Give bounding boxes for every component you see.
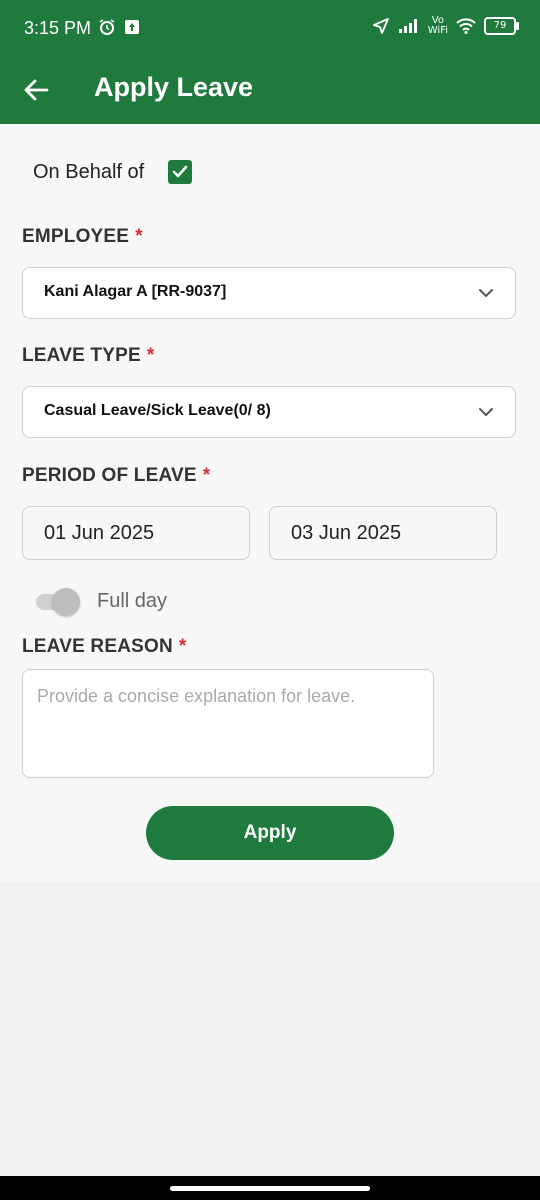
leave-type-label: LEAVE TYPE * bbox=[22, 345, 155, 366]
full-day-label: Full day bbox=[97, 590, 168, 612]
required-marker: * bbox=[146, 345, 155, 366]
leave-type-dropdown[interactable]: Casual Leave/Sick Leave(0/ 8) bbox=[22, 386, 516, 438]
required-marker: * bbox=[178, 636, 187, 657]
leave-reason-label: LEAVE REASON * bbox=[22, 636, 187, 657]
arrow-left-icon bbox=[24, 79, 49, 101]
location-icon bbox=[372, 18, 389, 34]
required-marker: * bbox=[202, 465, 211, 486]
full-day-toggle[interactable] bbox=[36, 586, 82, 618]
employee-dropdown[interactable]: Kani Alagar A [RR-9037] bbox=[22, 267, 516, 319]
page-title: Apply Leave bbox=[94, 72, 254, 102]
app-bar: Apply Leave bbox=[0, 60, 540, 124]
from-date-field[interactable]: 01 Jun 2025 bbox=[22, 506, 250, 560]
required-marker: * bbox=[135, 226, 143, 247]
chevron-down-icon bbox=[479, 408, 493, 416]
battery-icon: 79 bbox=[484, 17, 519, 35]
alarm-icon bbox=[99, 19, 115, 35]
toggle-knob bbox=[52, 588, 80, 616]
period-of-leave-label: PERIOD OF LEAVE * bbox=[22, 465, 211, 486]
wifi-icon bbox=[456, 18, 476, 34]
upload-notification-icon bbox=[125, 20, 139, 34]
to-date-value: 03 Jun 2025 bbox=[291, 522, 402, 544]
chevron-down-icon bbox=[479, 289, 493, 297]
leave-reason-input[interactable]: Provide a concise explanation for leave. bbox=[22, 669, 434, 778]
to-date-field[interactable]: 03 Jun 2025 bbox=[269, 506, 497, 560]
system-nav-bar bbox=[0, 1176, 540, 1200]
employee-label: EMPLOYEE * bbox=[22, 226, 143, 247]
leave-reason-placeholder: Provide a concise explanation for leave. bbox=[37, 686, 356, 706]
on-behalf-label: On Behalf of bbox=[33, 160, 145, 183]
apply-button[interactable]: Apply bbox=[146, 806, 394, 860]
employee-value: Kani Alagar A [RR-9037] bbox=[44, 283, 227, 300]
status-time: 3:15 PM bbox=[24, 18, 92, 38]
status-bar: 3:15 PM Vo WiFi 79 bbox=[0, 0, 540, 60]
from-date-value: 01 Jun 2025 bbox=[44, 522, 155, 544]
on-behalf-row: On Behalf of bbox=[33, 160, 193, 184]
on-behalf-checkbox[interactable] bbox=[168, 160, 193, 184]
home-gesture-handle[interactable] bbox=[170, 1186, 370, 1191]
vowifi-icon: Vo WiFi bbox=[427, 15, 448, 36]
leave-type-value: Casual Leave/Sick Leave(0/ 8) bbox=[44, 402, 271, 419]
back-button[interactable] bbox=[20, 74, 52, 106]
signal-icon bbox=[398, 19, 417, 33]
apply-leave-form: On Behalf of EMPLOYEE * Kani Alagar A [RR… bbox=[0, 124, 540, 882]
check-icon bbox=[172, 165, 188, 178]
